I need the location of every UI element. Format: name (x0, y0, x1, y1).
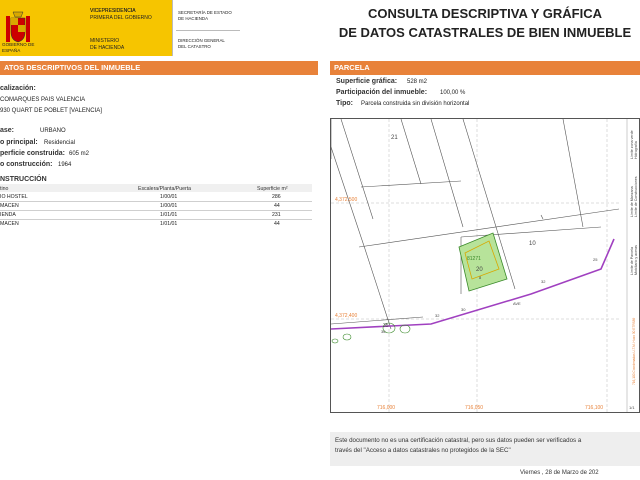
map-drawing: 21 10 20 81271 8 35 30 25 32 32 36 AVE 4… (331, 119, 638, 412)
parcel-label-32: 32 (435, 313, 440, 318)
uso-value: Residencial (44, 140, 76, 146)
parcel-label-10: 10 (529, 241, 536, 247)
legend-item: Hidrografía (634, 141, 638, 159)
uso-label: o principal: (0, 139, 38, 146)
col-header-superficie: Superficie m² (257, 186, 288, 192)
legend-item: Límite de Construcciones (634, 176, 638, 217)
title-line2: DE DATOS CATASTRALES DE BIEN INMUEBLE (338, 25, 632, 40)
utm-y-label-1: 4,372,500 (335, 197, 357, 203)
legend-item: Mobiliario y aceras (634, 245, 638, 275)
clase-value: URBANO (40, 128, 66, 134)
clase-label: ase: (0, 127, 15, 134)
section-bar-descriptivos: ATOS DESCRIPTIVOS DEL INMUEBLE (0, 61, 318, 75)
parcel-label-20: 20 (476, 267, 483, 273)
secretaria-line2: DE HACIENDA (178, 16, 209, 21)
map-scale: 1/1 (629, 405, 635, 410)
ministerio-line1: MINISTERIO (90, 38, 120, 44)
participacion-label: Participación del inmueble: (336, 89, 428, 96)
parcel-area (458, 232, 508, 292)
map-legend: Límite de Manzana Límite de Parcela Lími… (629, 130, 638, 410)
parcel-label-32b: 32 (541, 279, 546, 284)
col-header-destino: tino (0, 186, 9, 192)
disclaimer-line2: través del "Acceso a datos catastrales n… (335, 447, 511, 454)
section-bar-parcela: PARCELA (330, 61, 640, 75)
utm-x-label-3: 716,100 (585, 405, 603, 411)
direccion-line2: DEL CATASTRO (178, 44, 211, 49)
ministerio-line2: DE HACIENDA (90, 45, 125, 51)
superficie-grafica-value: 528 m2 (407, 79, 428, 85)
cadastral-map[interactable]: 21 10 20 81271 8 35 30 25 32 32 36 AVE 4… (330, 118, 640, 413)
utm-x-label-1: 716,000 (377, 405, 395, 411)
page-title: CONSULTA DESCRIPTIVA Y GRÁFICA DE DATOS … (330, 4, 640, 42)
tipo-label: Tipo: (336, 100, 353, 107)
table-row: MACEN 1/01/01 44 (0, 221, 280, 227)
superficie-construida-label: perficie construida: (0, 150, 65, 157)
utm-y-label-2: 4,372,400 (335, 313, 357, 319)
vicepresidencia-line1: VICEPRESIDENCIA (90, 8, 136, 14)
tipo-value: Parcela construida sin división horizont… (361, 101, 470, 107)
gobierno-text: GOBIERNO DE ESPAÑA (2, 42, 35, 53)
disclaimer-box: Este documento no es una certificación c… (330, 432, 640, 466)
superficie-construida-value: 605 m2 (69, 151, 90, 157)
participacion-value: 100,00 % (440, 90, 466, 96)
localizacion-label: calización: (0, 85, 36, 92)
localizacion-line1: COMARQUES PAIS VALENCIA (0, 97, 86, 103)
parcel-label-36: 36 (381, 329, 386, 334)
utm-x-label-2: 716,050 (465, 405, 483, 411)
anio-value: 1964 (58, 162, 72, 168)
construccion-label: NSTRUCCIÓN (0, 176, 47, 183)
parcel-number: 81271 (467, 256, 481, 262)
localizacion-line2: 930 QUART DE POBLET [VALENCIA] (0, 108, 102, 114)
document-date: Viernes , 28 de Marzo de 202 (520, 470, 599, 476)
vicepresidencia-line2: PRIMERA DEL GOBIERNO (90, 15, 152, 21)
disclaimer-line1: Este documento no es una certificación c… (335, 437, 582, 444)
page-header: GOBIERNO DE ESPAÑA VICEPRESIDENCIA VICEP… (0, 0, 640, 60)
col-header-escalera: Escalera/Planta/Puerta (138, 186, 192, 192)
superficie-grafica-label: Superficie gráfica: (336, 78, 398, 85)
parcel-label-25: 25 (593, 257, 598, 262)
disclaimer-text: Este documento no es una certificación c… (330, 432, 640, 460)
road-label: AVE (513, 301, 521, 306)
legend-coords: 716,100 Coordenadas U.T.M. Huso 30 ETRS8… (632, 317, 636, 385)
parcel-label-21: 21 (391, 135, 398, 141)
anio-label: o construcción: (0, 161, 53, 168)
parcel-label-30: 30 (461, 307, 466, 312)
title-line1: CONSULTA DESCRIPTIVA Y GRÁFICA (367, 6, 602, 21)
